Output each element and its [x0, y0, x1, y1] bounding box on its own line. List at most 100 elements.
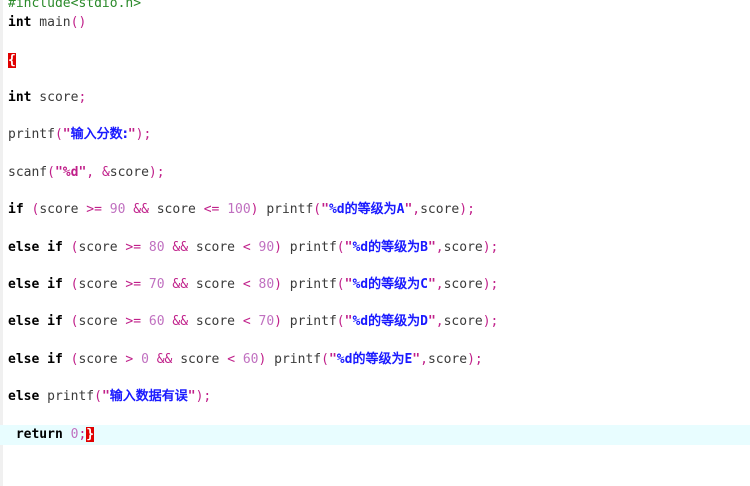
number-token: 70 — [258, 314, 275, 329]
keyword-token: int — [8, 90, 32, 105]
format-token: B — [420, 240, 428, 255]
operator-token: ( — [336, 314, 345, 329]
operator-token: ); — [148, 165, 165, 180]
keyword-token: else if — [8, 277, 63, 292]
operator-token: , — [412, 202, 421, 217]
identifier-token: score — [31, 90, 79, 105]
operator-token: & — [101, 165, 110, 180]
code-line[interactable]: int score; — [0, 88, 750, 108]
string-token: " — [321, 202, 329, 217]
number-token: 80 — [258, 277, 275, 292]
format-token: %d — [328, 202, 345, 217]
operator-token: ) — [250, 202, 259, 217]
identifier-token: score — [420, 202, 460, 217]
operator-token: >= — [86, 202, 102, 217]
keyword-token: int — [8, 15, 32, 30]
identifier-token — [63, 277, 71, 292]
operator-token: >= — [125, 277, 142, 292]
identifier-token: printf — [281, 277, 337, 292]
number-token: 80 — [148, 240, 165, 255]
code-line[interactable]: scanf("%d", &score); — [0, 163, 750, 183]
matched-brace: { — [8, 53, 16, 68]
identifier-token: score — [188, 277, 243, 292]
identifier-token — [251, 240, 259, 255]
code-line[interactable]: else if (score >= 60 && score < 70) prin… — [0, 312, 750, 332]
identifier-token: score — [109, 165, 149, 180]
string-token: " — [328, 352, 337, 367]
identifier-token: score — [78, 314, 126, 329]
keyword-token: else if — [8, 352, 63, 367]
operator-token: < — [242, 240, 251, 255]
identifier-token: scanf — [8, 165, 48, 180]
identifier-token — [235, 352, 243, 367]
code-editor[interactable]: #include<stdio.h> int main() { int score; pr… — [0, 0, 750, 486]
string-token: " — [187, 389, 196, 404]
operator-token: ); — [195, 389, 212, 404]
identifier-token: score — [427, 352, 468, 367]
operator-token: >= — [125, 314, 142, 329]
code-line[interactable]: #include<stdio.h> — [0, 0, 750, 14]
code-line[interactable]: else if (score > 0 && score < 60) printf… — [0, 350, 750, 370]
string-token: " — [427, 240, 436, 255]
code-line[interactable]: else if (score >= 70 && score < 80) prin… — [0, 275, 750, 295]
string-token: " — [62, 127, 71, 142]
keyword-token: else if — [8, 314, 63, 329]
operator-token: ( — [336, 240, 345, 255]
identifier-token: score — [443, 314, 483, 329]
identifier-token: printf — [281, 314, 337, 329]
operator-token: ; — [78, 90, 87, 105]
code-line[interactable]: { — [0, 51, 750, 71]
operator-token: ( — [336, 277, 345, 292]
operator-token: , — [435, 277, 444, 292]
format-token: %d — [352, 240, 369, 255]
identifier-token: score — [443, 277, 483, 292]
identifier-token: score — [39, 202, 87, 217]
operator-token: , — [435, 314, 444, 329]
identifier-token: score — [188, 314, 243, 329]
format-token: %d — [336, 352, 353, 367]
format-token: %d — [352, 277, 369, 292]
identifier-token — [149, 352, 157, 367]
current-code-line[interactable]: return 0;} — [0, 425, 750, 445]
string-text-token: 的等级为 — [368, 314, 421, 329]
code-line[interactable]: if (score >= 90 && score <= 100) printf(… — [0, 200, 750, 220]
operator-token: ( — [321, 352, 329, 367]
identifier-token — [141, 277, 149, 292]
operator-token: && — [172, 277, 189, 292]
number-token: 100 — [227, 202, 251, 217]
identifier-token: score — [172, 352, 228, 367]
identifier-token: printf — [266, 352, 322, 367]
keyword-token: if — [8, 202, 24, 217]
operator-token: && — [172, 240, 189, 255]
number-token: 90 — [258, 240, 275, 255]
identifier-token: printf — [39, 389, 95, 404]
identifier-token: score — [78, 240, 126, 255]
identifier-token — [8, 427, 16, 442]
format-token: D — [420, 314, 428, 329]
identifier-token — [63, 427, 71, 442]
operator-token: ) — [274, 277, 282, 292]
identifier-token: score — [188, 240, 243, 255]
operator-token: <= — [203, 202, 220, 217]
operator-token: ); — [467, 352, 483, 367]
operator-token: ( — [47, 165, 55, 180]
operator-token: ); — [135, 127, 152, 142]
operator-token: ) — [274, 240, 282, 255]
identifier-token: score — [148, 202, 204, 217]
operator-token: , — [435, 240, 444, 255]
operator-token: ); — [482, 314, 499, 329]
string-token: "%d" — [54, 165, 87, 180]
string-token: " — [427, 277, 436, 292]
code-line[interactable]: else if (score >= 80 && score < 90) prin… — [0, 238, 750, 258]
identifier-token — [102, 202, 110, 217]
identifier-token: printf — [281, 240, 337, 255]
code-line[interactable]: int main() — [0, 13, 750, 33]
string-text-token: 输入分数: — [70, 127, 128, 142]
string-token: " — [101, 389, 110, 404]
keyword-token: return — [15, 427, 63, 442]
operator-token: && — [133, 202, 149, 217]
code-line[interactable]: else printf("输入数据有误"); — [0, 387, 750, 407]
code-line[interactable]: printf("输入分数:"); — [0, 125, 750, 145]
identifier-token: score — [78, 352, 126, 367]
operator-token: < — [242, 277, 251, 292]
